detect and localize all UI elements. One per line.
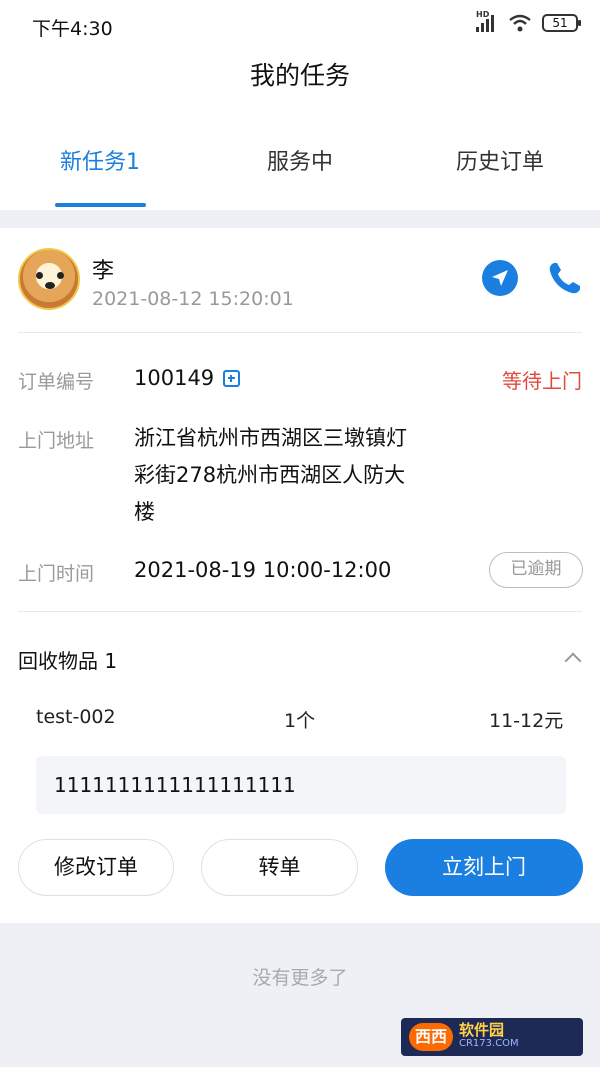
location-arrow-icon bbox=[492, 270, 508, 286]
watermark-logo: 西西 软件园 CR173.COM bbox=[401, 1018, 583, 1056]
overdue-badge: 已逾期 bbox=[489, 552, 583, 588]
order-number-label: 订单编号 bbox=[18, 371, 95, 393]
divider bbox=[18, 332, 582, 333]
customer-name: 李 bbox=[92, 259, 115, 284]
order-number: 100149 bbox=[134, 366, 215, 390]
copy-icon[interactable] bbox=[223, 370, 240, 387]
phone-icon[interactable] bbox=[545, 258, 585, 298]
avatar bbox=[18, 248, 80, 310]
watermark-logo-mark: 西西 bbox=[409, 1023, 453, 1051]
visit-time-label: 上门时间 bbox=[18, 563, 95, 585]
navigate-button[interactable] bbox=[482, 260, 518, 296]
modify-order-button[interactable]: 修改订单 bbox=[18, 839, 174, 896]
wifi-icon bbox=[509, 14, 531, 32]
battery-icon: 51 bbox=[542, 14, 581, 32]
divider bbox=[18, 611, 582, 612]
address-line-2: 彩街278杭州市西湖区人防大 bbox=[134, 463, 406, 487]
top-panel: 下午4:30 HD 51 我的任务 新任务1 服务中 历史订单 bbox=[0, 0, 600, 210]
no-more-text: 没有更多了 bbox=[252, 967, 348, 989]
visit-time: 2021-08-19 10:00-12:00 bbox=[134, 558, 392, 582]
active-tab-indicator bbox=[55, 203, 146, 207]
status-time: 下午4:30 bbox=[32, 18, 113, 40]
visit-now-button[interactable]: 立刻上门 bbox=[385, 839, 583, 896]
tab-in-service[interactable]: 服务中 bbox=[200, 144, 400, 176]
page-title: 我的任务 bbox=[249, 61, 350, 90]
transfer-order-button[interactable]: 转单 bbox=[201, 839, 358, 896]
item-quantity: 1个 bbox=[284, 710, 316, 732]
address-line-3: 楼 bbox=[134, 500, 155, 524]
hd-label: HD bbox=[476, 10, 490, 19]
tab-history-orders[interactable]: 历史订单 bbox=[400, 144, 600, 176]
watermark-main: 软件园 bbox=[459, 1021, 505, 1039]
address-line-1: 浙江省杭州市西湖区三墩镇灯 bbox=[134, 426, 407, 450]
watermark-text: 软件园 CR173.COM bbox=[459, 1023, 519, 1051]
item-note: 1111111111111111111 bbox=[36, 756, 566, 814]
order-card: 李 2021-08-12 15:20:01 订单编号 100149 等待上门 上… bbox=[0, 228, 600, 923]
order-status: 等待上门 bbox=[502, 369, 582, 393]
item-price: 11-12元 bbox=[489, 710, 564, 732]
recycle-items-title: 回收物品 1 bbox=[18, 649, 118, 673]
watermark-sub: CR173.COM bbox=[459, 1038, 519, 1049]
tab-new-tasks[interactable]: 新任务1 bbox=[0, 144, 200, 176]
item-name: test-002 bbox=[36, 706, 116, 728]
status-bar: 下午4:30 HD 51 bbox=[0, 0, 600, 52]
tab-bar: 新任务1 服务中 历史订单 bbox=[0, 130, 600, 210]
address-label: 上门地址 bbox=[18, 430, 95, 452]
chevron-up-icon[interactable] bbox=[564, 652, 582, 670]
order-created-time: 2021-08-12 15:20:01 bbox=[92, 288, 294, 310]
signal-icon: HD bbox=[476, 10, 498, 32]
status-icons: HD 51 bbox=[476, 10, 581, 32]
